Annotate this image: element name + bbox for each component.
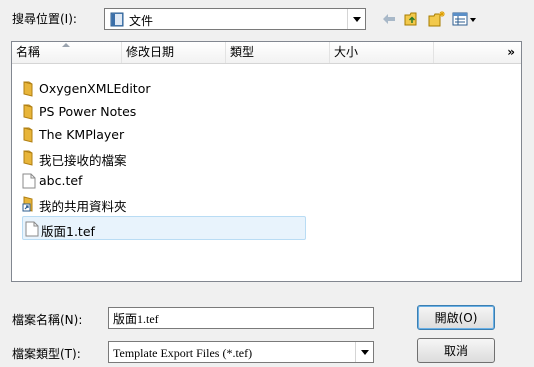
folder-icon — [22, 127, 36, 146]
column-header-size[interactable]: 大小 — [330, 42, 434, 63]
column-header-type[interactable]: 類型 — [226, 42, 330, 63]
up-folder-icon — [404, 12, 417, 26]
file-type-dropdown-button[interactable] — [355, 342, 373, 362]
list-item[interactable]: OxygenXMLEditor — [21, 78, 301, 100]
file-type-label: 檔案類型(T): — [12, 347, 81, 361]
look-in-combo[interactable]: 文件 — [104, 8, 366, 30]
open-button[interactable]: 開啟(O) — [417, 305, 495, 330]
folder-icon — [22, 150, 36, 169]
file-icon — [22, 173, 36, 192]
list-item[interactable]: The KMPlayer — [21, 124, 301, 146]
chevron-down-icon — [352, 16, 361, 22]
chevron-down-icon — [360, 349, 369, 355]
list-item-label: 我已接收的檔案 — [39, 153, 127, 168]
list-item-label: 版面1.tef — [41, 224, 95, 239]
list-item-label: abc.tef — [39, 173, 83, 188]
folder-icon — [22, 81, 36, 100]
more-columns-icon[interactable]: » — [507, 45, 515, 59]
documents-folder-icon — [110, 12, 126, 30]
list-item-label: OxygenXMLEditor — [39, 81, 151, 96]
file-name-label: 檔案名稱(N): — [12, 313, 83, 327]
up-one-level-button[interactable] — [402, 9, 424, 29]
look-in-dropdown-button[interactable] — [347, 9, 365, 29]
back-arrow-icon — [383, 14, 395, 24]
folder-icon — [22, 104, 36, 123]
file-name-input[interactable] — [108, 307, 374, 329]
column-header: 名稱 修改日期 類型 大小 » — [12, 42, 521, 64]
view-menu-icon — [452, 12, 476, 26]
shortcut-icon — [22, 196, 36, 215]
back-button[interactable] — [378, 9, 400, 29]
file-type-select[interactable]: Template Export Files (*.tef) — [108, 341, 374, 363]
list-item-selected[interactable]: 版面1.tef — [22, 216, 306, 240]
list-item[interactable]: 我的共用資料夾 — [21, 193, 301, 215]
look-in-value: 文件 — [129, 14, 154, 28]
list-item[interactable]: PS Power Notes — [21, 101, 301, 123]
view-menu-button[interactable] — [450, 9, 480, 29]
list-item-label: 我的共用資料夾 — [39, 199, 127, 214]
file-list[interactable]: 名稱 修改日期 類型 大小 » OxygenXMLEditor PS Power… — [11, 41, 522, 282]
new-folder-button[interactable] — [426, 9, 448, 29]
sort-ascending-icon — [62, 43, 70, 47]
list-item[interactable]: abc.tef — [21, 170, 301, 192]
new-folder-icon — [428, 11, 445, 27]
look-in-row: 搜尋位置(I): 文件 — [0, 0, 534, 34]
toolbar — [378, 8, 480, 30]
column-header-modified[interactable]: 修改日期 — [122, 42, 226, 63]
list-item[interactable]: 我已接收的檔案 — [21, 147, 301, 169]
list-item-label: PS Power Notes — [39, 104, 137, 119]
file-type-value: Template Export Files (*.tef) — [113, 346, 253, 360]
look-in-label: 搜尋位置(I): — [12, 12, 77, 26]
cancel-button[interactable]: 取消 — [417, 338, 495, 363]
list-item-label: The KMPlayer — [39, 127, 125, 142]
file-icon — [25, 221, 39, 240]
